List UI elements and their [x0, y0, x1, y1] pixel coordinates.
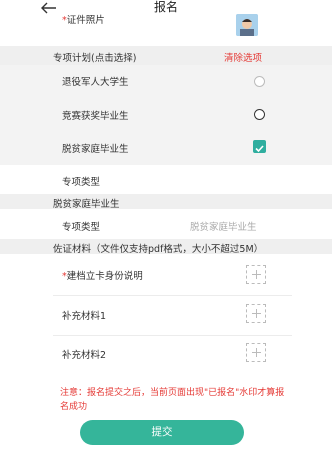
- special-program-options: [0, 65, 332, 165]
- option-label: 竞赛获奖毕业生: [62, 111, 129, 122]
- evidence-label: *建档立卡身份说明: [62, 271, 143, 282]
- poverty-section-header: 脱贫家庭毕业生: [0, 194, 332, 210]
- page-title: 报名: [153, 0, 178, 14]
- evidence-item-supplement-2: 补充材料2: [0, 336, 332, 374]
- evidence-title: 佐证材料（文件仅支持pdf格式，大小不超过5M）: [53, 244, 264, 255]
- checkmark-icon[interactable]: [253, 140, 266, 153]
- evidence-label: 补充材料1: [62, 311, 107, 322]
- clear-options-button[interactable]: 清除选项: [224, 50, 262, 64]
- special-type-label: 专项类型: [62, 177, 101, 188]
- special-program-header: 专项计划(点击选择) 清除选项: [0, 46, 332, 65]
- upload-plus-icon[interactable]: [246, 265, 266, 284]
- poverty-type-label: 专项类型: [62, 222, 101, 233]
- option-label: 脱贫家庭毕业生: [62, 144, 129, 155]
- submit-notice: 注意：报名提交之后，当前页面出现"已报名"水印才算报名成功: [60, 388, 285, 412]
- special-program-title: 专项计划(点击选择): [53, 53, 137, 64]
- evidence-header: 佐证材料（文件仅支持pdf格式，大小不超过5M）: [0, 239, 332, 255]
- poverty-type-row[interactable]: 专项类型 脱贫家庭毕业生: [0, 209, 332, 239]
- submit-button[interactable]: 提交: [80, 420, 244, 445]
- upload-plus-icon[interactable]: [246, 343, 266, 362]
- id-photo-thumbnail[interactable]: [236, 14, 258, 36]
- header-bar: 报名: [0, 0, 332, 16]
- evidence-label: 补充材料2: [62, 350, 107, 361]
- photo-label: *证件照片: [62, 15, 105, 26]
- poverty-section-title: 脱贫家庭毕业生: [53, 199, 120, 210]
- evidence-item-supplement-1: 补充材料1: [0, 296, 332, 335]
- radio-unselected-icon[interactable]: [254, 109, 265, 120]
- special-type-row: 专项类型: [0, 165, 332, 193]
- radio-unselected-icon[interactable]: [254, 76, 265, 87]
- upload-plus-icon[interactable]: [246, 304, 266, 323]
- poverty-type-value: 脱贫家庭毕业生: [190, 222, 257, 233]
- photo-row: *证件照片: [0, 15, 332, 40]
- evidence-item-id-proof: *建档立卡身份说明: [0, 254, 332, 294]
- option-label: 退役军人大学生: [62, 77, 129, 88]
